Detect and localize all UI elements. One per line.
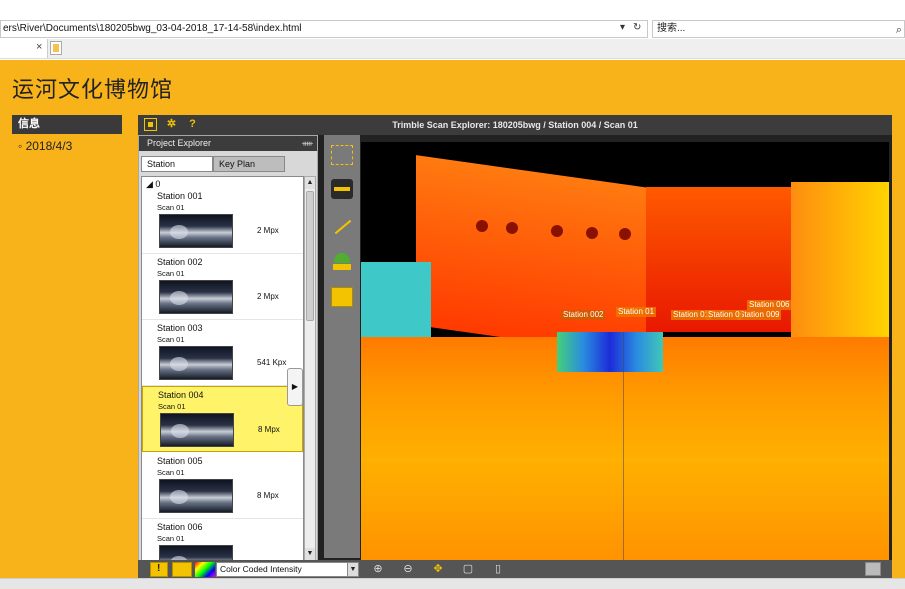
scan-name[interactable]: Scan 01: [157, 468, 185, 477]
project-explorer-panel: Project Explorer ᚔ Station Key Plan ◢ 0 …: [138, 135, 318, 578]
scan-thumbnail[interactable]: [160, 413, 234, 447]
fullscreen-icon[interactable]: [865, 562, 881, 576]
expand-panel-button[interactable]: ▶: [287, 368, 303, 406]
help-icon[interactable]: ?: [186, 118, 199, 131]
viewer-title-icons: ✲?: [144, 118, 207, 132]
zoom-in-icon[interactable]: ⊕: [370, 562, 386, 577]
chevron-right-icon: ▶: [291, 382, 299, 391]
list-item-station-004[interactable]: Station 004 Scan 01 8 Mpx: [142, 386, 303, 452]
select-area-icon[interactable]: [331, 145, 353, 165]
scan-window: [551, 225, 563, 237]
plan-view-icon[interactable]: [331, 253, 353, 273]
list-item-station-005[interactable]: Station 005 Scan 01 8 Mpx: [142, 453, 303, 519]
gear-icon[interactable]: ✲: [165, 118, 178, 131]
scan-name[interactable]: Scan 01: [158, 402, 186, 411]
fit-view-icon[interactable]: ▢: [460, 562, 476, 577]
scan-thumbnail[interactable]: [159, 479, 233, 513]
station-list[interactable]: ◢ 0 Station 001 Scan 01 2 Mpx Station 00…: [141, 176, 304, 561]
station-list-scrollbar[interactable]: ▲ ▼: [304, 176, 316, 561]
refresh-icon[interactable]: ↻: [633, 22, 641, 33]
scan-window: [619, 228, 631, 240]
project-explorer-title: Project Explorer: [147, 138, 212, 148]
scan-name[interactable]: Scan 01: [157, 335, 185, 344]
scan-size: 8 Mpx: [257, 491, 279, 500]
pin-icon[interactable]: ᚔ: [302, 136, 313, 151]
station-name: Station 003: [157, 323, 203, 333]
scan-name[interactable]: Scan 01: [157, 203, 185, 212]
scroll-up-icon[interactable]: ▲: [305, 177, 315, 189]
scan-thumbnail[interactable]: [159, 545, 233, 560]
scan-size: 2 Mpx: [257, 226, 279, 235]
scrollbar-thumb[interactable]: [306, 191, 314, 321]
station-marker[interactable]: Station 002: [561, 310, 606, 320]
new-tab-icon[interactable]: [50, 41, 62, 55]
station-marker[interactable]: Station 009: [737, 310, 782, 320]
close-tab-icon[interactable]: ×: [36, 41, 42, 53]
list-item-station-001[interactable]: Station 001 Scan 01 2 Mpx: [142, 188, 303, 254]
address-bar[interactable]: ers\River\Documents\180205bwg_03-04-2018…: [0, 20, 648, 38]
scroll-down-icon[interactable]: ▼: [305, 548, 315, 560]
scan-intensity-patch: [557, 332, 663, 372]
station-name: Station 001: [157, 191, 203, 201]
viewer-title-bar: ✲? Trimble Scan Explorer: 180205bwg / St…: [138, 115, 892, 135]
info-header: 信息: [12, 115, 122, 134]
page-title: 运河文化博物馆: [12, 78, 174, 103]
station-name: Station 006: [157, 522, 203, 532]
warning-icon[interactable]: [150, 562, 168, 577]
tab-station[interactable]: Station: [141, 156, 213, 172]
dropdown-icon[interactable]: ▾: [620, 22, 625, 33]
viewer-bottom-bar: Color Coded Intensity ▼ ⊕ ⊖ ✥ ▢ ▯: [138, 560, 892, 578]
zoom-out-icon[interactable]: ⊖: [400, 562, 416, 577]
browser-tab[interactable]: ×: [0, 39, 48, 58]
notes-icon[interactable]: [331, 287, 353, 307]
scan-view[interactable]: Station 006 Station 009 Station 002 Stat…: [361, 142, 889, 560]
viewer-title: Trimble Scan Explorer: 180205bwg / Stati…: [392, 120, 638, 130]
scan-explorer-viewer: ✲? Trimble Scan Explorer: 180205bwg / St…: [138, 115, 892, 578]
station-marker[interactable]: Station 01: [616, 307, 657, 317]
chevron-down-icon[interactable]: ▼: [347, 562, 359, 577]
color-spectrum-icon: [195, 562, 215, 577]
measure-icon[interactable]: [331, 217, 353, 237]
station-name: Station 002: [157, 257, 203, 267]
list-item-station-003[interactable]: Station 003 Scan 01 541 Kpx: [142, 320, 303, 386]
scan-name[interactable]: Scan 01: [157, 269, 185, 278]
document-icon[interactable]: ▯: [490, 562, 506, 577]
list-item-station-002[interactable]: Station 002 Scan 01 2 Mpx: [142, 254, 303, 320]
scan-thumbnail[interactable]: [159, 346, 233, 380]
tool-strip: [324, 135, 360, 558]
color-mode-select[interactable]: Color Coded Intensity: [216, 562, 358, 577]
home-icon[interactable]: [144, 118, 157, 131]
scan-window: [476, 220, 488, 232]
scan-size: 2 Mpx: [257, 292, 279, 301]
page: 运河文化博物馆 信息 ◦ 2018/4/3 ✲? Trimble Scan Ex…: [0, 60, 905, 578]
scan-trees: [361, 262, 431, 342]
tab-key-plan[interactable]: Key Plan: [213, 156, 285, 172]
tab-row: ×: [0, 39, 905, 59]
list-item-station-006[interactable]: Station 006 Scan 01: [142, 519, 303, 560]
scan-size: 541 Kpx: [257, 358, 287, 367]
scan-thumbnail[interactable]: [159, 280, 233, 314]
scan-thumbnail[interactable]: [159, 214, 233, 248]
pan-icon[interactable]: ✥: [430, 562, 446, 577]
browser-footer: [0, 578, 905, 589]
scan-window: [506, 222, 518, 234]
station-marker[interactable]: Station 0: [706, 310, 742, 320]
project-explorer-header: Project Explorer ᚔ: [139, 136, 317, 151]
station-name: Station 005: [157, 456, 203, 466]
station-view-icon[interactable]: [331, 179, 353, 199]
search-placeholder: 搜索...: [657, 23, 686, 34]
scan-size: 8 Mpx: [258, 425, 280, 434]
station-name: Station 004: [158, 390, 204, 400]
scan-name[interactable]: Scan 01: [157, 534, 185, 543]
address-bar-icons: ▾ ↻: [618, 21, 648, 37]
station-marker[interactable]: Station 006: [747, 300, 792, 310]
search-field[interactable]: 搜索... ⌕: [652, 20, 905, 38]
scan-center-line: [623, 332, 624, 560]
search-icon[interactable]: ⌕: [896, 22, 902, 38]
camera-icon[interactable]: [172, 562, 192, 577]
scan-building-main: [416, 155, 656, 359]
info-date-link[interactable]: ◦ 2018/4/3: [18, 139, 72, 153]
scan-window: [586, 227, 598, 239]
